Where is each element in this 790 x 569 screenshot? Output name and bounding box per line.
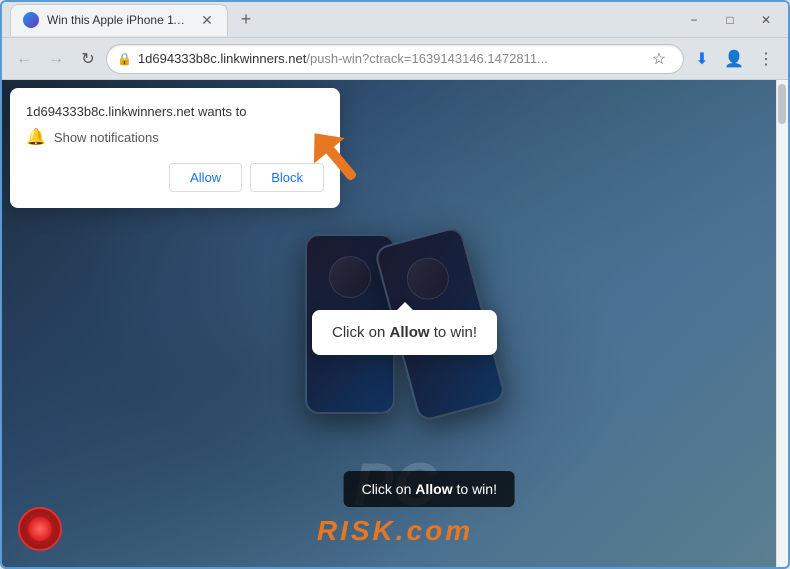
bookmark-icon[interactable]: ☆ <box>645 45 673 73</box>
pcrisk-logo <box>18 507 62 551</box>
menu-icon[interactable]: ⋮ <box>752 45 780 73</box>
download-icon: ⬇ <box>688 45 716 73</box>
browser-window: Win this Apple iPhone 11 Pro! ✕ + − □ ✕ … <box>0 0 790 569</box>
allow-button[interactable]: Allow <box>169 163 242 192</box>
scrollbar-thumb[interactable] <box>778 84 786 124</box>
lock-icon: 🔒 <box>117 52 132 66</box>
bell-icon: 🔔 <box>26 127 46 147</box>
tooltip-bold: Allow <box>390 324 430 341</box>
pcrisk-logo-inner <box>28 517 52 541</box>
title-bar: Win this Apple iPhone 11 Pro! ✕ + − □ ✕ <box>2 2 788 38</box>
url-text: 1d694333b8c.linkwinners.net/push-win?ctr… <box>138 51 639 66</box>
refresh-button[interactable]: ↻ <box>74 45 102 73</box>
new-tab-button[interactable]: + <box>232 6 260 34</box>
page-content: 🍎 PC RISK.com Click on Allow to win! 1d6… <box>2 80 788 567</box>
bottom-allow-tooltip: Click on Allow to win! <box>344 471 515 507</box>
tooltip-suffix: to win! <box>430 324 478 341</box>
notification-permission: 🔔 Show notifications <box>26 127 324 147</box>
notification-buttons: Allow Block <box>26 163 324 192</box>
url-path: /push-win?ctrack=1639143146.1472811... <box>306 51 548 66</box>
allow-tooltip: Click on Allow to win! <box>312 310 497 355</box>
notification-popup: 1d694333b8c.linkwinners.net wants to 🔔 S… <box>10 88 340 208</box>
bottom-tooltip-suffix: to win! <box>453 481 497 497</box>
orange-arrow-icon <box>297 120 377 200</box>
tab-favicon <box>23 12 39 28</box>
arrow-container <box>297 120 377 205</box>
brand-risk-text: RISK.com <box>2 515 788 547</box>
close-window-button[interactable]: ✕ <box>752 6 780 34</box>
back-button[interactable]: ← <box>10 45 38 73</box>
bottom-tooltip-prefix: Click on <box>362 481 416 497</box>
address-bar: ← → ↻ 🔒 1d694333b8c.linkwinners.net/push… <box>2 38 788 80</box>
tab-title: Win this Apple iPhone 11 Pro! <box>47 13 187 27</box>
window-controls: − □ ✕ <box>680 6 780 34</box>
forward-button[interactable]: → <box>42 45 70 73</box>
url-bar[interactable]: 🔒 1d694333b8c.linkwinners.net/push-win?c… <box>106 44 684 74</box>
maximize-button[interactable]: □ <box>716 6 744 34</box>
tooltip-prefix: Click on <box>332 324 390 341</box>
notification-permission-label: Show notifications <box>54 130 159 145</box>
tab-close-button[interactable]: ✕ <box>199 12 215 28</box>
scrollbar[interactable] <box>776 80 788 567</box>
notification-title: 1d694333b8c.linkwinners.net wants to <box>26 104 324 119</box>
minimize-button[interactable]: − <box>680 6 708 34</box>
account-icon[interactable]: 👤 <box>720 45 748 73</box>
bottom-tooltip-bold: Allow <box>415 481 452 497</box>
active-tab[interactable]: Win this Apple iPhone 11 Pro! ✕ <box>10 4 228 36</box>
url-domain: 1d694333b8c.linkwinners.net <box>138 51 306 66</box>
